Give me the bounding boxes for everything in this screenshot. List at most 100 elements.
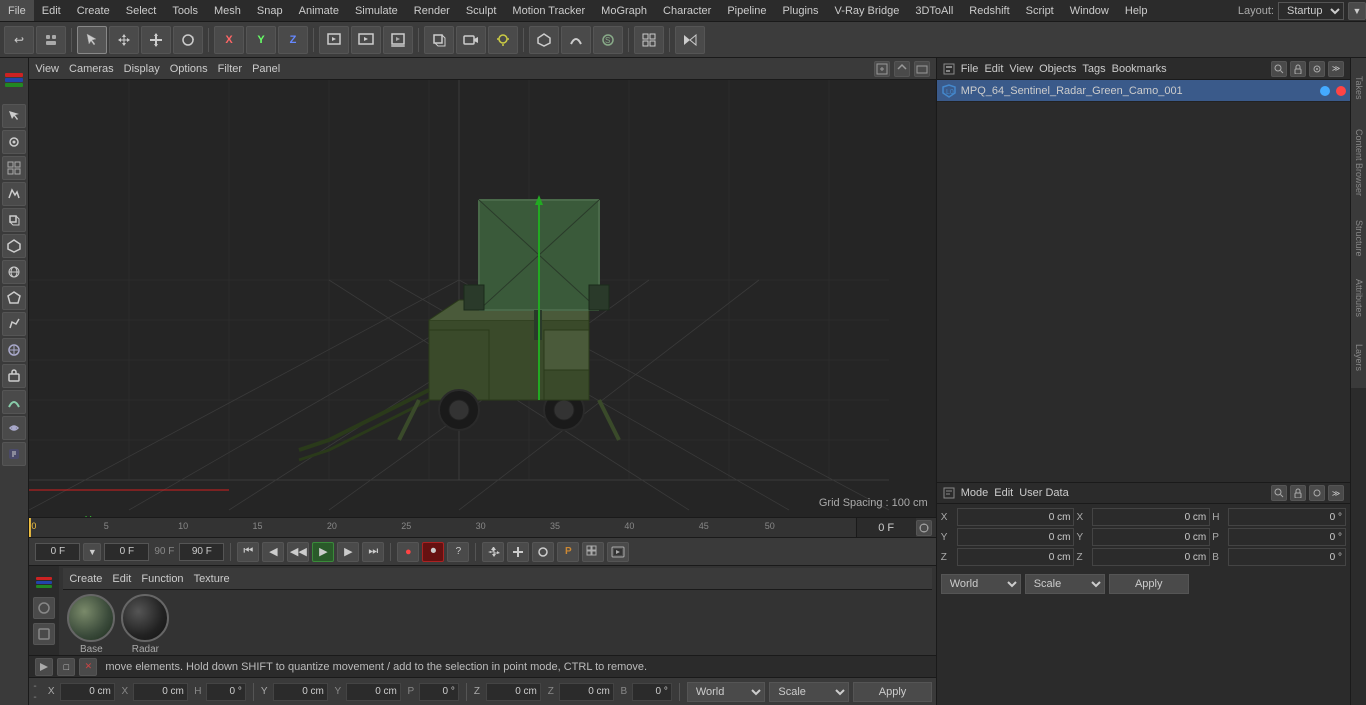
coord-h-input[interactable] — [206, 683, 246, 701]
tab-attributes[interactable]: Attributes — [1351, 268, 1366, 328]
attr-x-pos-input[interactable] — [957, 508, 1075, 526]
menu-tools[interactable]: Tools — [164, 0, 206, 21]
left-tool-2[interactable] — [2, 156, 26, 180]
material-radar[interactable]: Radar — [121, 594, 169, 655]
menu-sculpt[interactable]: Sculpt — [458, 0, 505, 21]
obj-objects-menu[interactable]: Objects — [1039, 63, 1076, 75]
viewport-icon-1[interactable] — [894, 61, 910, 77]
left-tool-6[interactable] — [2, 260, 26, 284]
attr-b-input[interactable] — [1228, 548, 1346, 566]
attr-world-select[interactable]: World Object — [941, 574, 1021, 594]
left-tool-3[interactable] — [2, 182, 26, 206]
attr-settings-btn[interactable] — [1309, 485, 1325, 501]
left-tool-10[interactable] — [2, 364, 26, 388]
z-axis-btn[interactable]: Z — [278, 26, 308, 54]
timeline-ruler[interactable]: 0 5 10 15 20 25 30 35 40 45 50 — [29, 518, 855, 537]
attr-userdata-menu[interactable]: User Data — [1019, 487, 1069, 499]
next-frame-btn[interactable]: ▶ — [337, 542, 359, 562]
left-tool-5[interactable] — [2, 234, 26, 258]
material-base[interactable]: Base — [67, 594, 115, 655]
play-btn[interactable]: ▶ — [312, 542, 334, 562]
obj-tags-menu[interactable]: Tags — [1082, 63, 1105, 75]
attr-edit-menu[interactable]: Edit — [994, 487, 1013, 499]
scale-tool-btn[interactable] — [141, 26, 171, 54]
mat-create-menu[interactable]: Create — [69, 573, 102, 585]
viewport-options-menu[interactable]: Options — [170, 63, 208, 75]
paint-btn[interactable]: S — [593, 26, 623, 54]
undo-btn[interactable]: ↩ — [4, 26, 34, 54]
rotate-tool-btn[interactable] — [173, 26, 203, 54]
param-mode-btn[interactable]: P — [557, 542, 579, 562]
world-select[interactable]: World Object Parent — [687, 682, 766, 702]
x-axis-btn[interactable]: X — [214, 26, 244, 54]
move-mode-btn[interactable] — [482, 542, 504, 562]
left-tool-4[interactable] — [2, 208, 26, 232]
attr-more-btn[interactable]: ≫ — [1328, 485, 1344, 501]
coord-x-input[interactable] — [60, 683, 115, 701]
status-icon-1[interactable]: □ — [57, 658, 75, 676]
viewport-cameras-menu[interactable]: Cameras — [69, 63, 114, 75]
frame-down-btn[interactable]: ▼ — [83, 543, 101, 561]
menu-mograph[interactable]: MoGraph — [593, 0, 655, 21]
menu-snap[interactable]: Snap — [249, 0, 291, 21]
mat-icon-1[interactable] — [33, 623, 55, 645]
menu-window[interactable]: Window — [1062, 0, 1117, 21]
menu-pipeline[interactable]: Pipeline — [719, 0, 774, 21]
menu-create[interactable]: Create — [69, 0, 118, 21]
coord-z-input[interactable] — [486, 683, 541, 701]
viewport-icon-0[interactable] — [874, 61, 890, 77]
object-row-0[interactable]: L0 MPQ_64_Sentinel_Radar_Green_Camo_001 — [937, 80, 1350, 102]
autokey-btn[interactable]: ⏺ — [422, 542, 444, 562]
menu-mesh[interactable]: Mesh — [206, 0, 249, 21]
render-settings-btn[interactable] — [383, 26, 413, 54]
attr-p-input[interactable] — [1228, 528, 1346, 546]
prev-frame-btn[interactable]: ◀ — [262, 542, 284, 562]
attr-lock-btn[interactable] — [1290, 485, 1306, 501]
coord-x2-input[interactable] — [133, 683, 188, 701]
rotate-mode-btn[interactable] — [532, 542, 554, 562]
left-tool-9[interactable] — [2, 338, 26, 362]
render-region-btn[interactable] — [319, 26, 349, 54]
tab-structure[interactable]: Structure — [1351, 208, 1366, 268]
viewport-view-menu[interactable]: View — [35, 63, 59, 75]
attr-y-rot-input[interactable] — [1092, 528, 1210, 546]
attr-z-rot-input[interactable] — [1092, 548, 1210, 566]
left-tool-13[interactable] — [2, 442, 26, 466]
menu-3dtoall[interactable]: 3DToAll — [907, 0, 961, 21]
last-frame-btn[interactable]: ⏭ — [362, 542, 384, 562]
menu-select[interactable]: Select — [118, 0, 165, 21]
record-btn[interactable]: ● — [397, 542, 419, 562]
frame-current-input[interactable] — [104, 543, 149, 561]
apply-button[interactable]: Apply — [853, 682, 931, 702]
attr-x-rot-input[interactable] — [1092, 508, 1210, 526]
viewport-display-menu[interactable]: Display — [124, 63, 160, 75]
menu-script[interactable]: Script — [1018, 0, 1062, 21]
obj-lock-btn[interactable] — [1290, 61, 1306, 77]
cursor-tool-btn[interactable] — [77, 26, 107, 54]
obj-bookmarks-menu[interactable]: Bookmarks — [1112, 63, 1167, 75]
scale-select[interactable]: Scale Uniform Scale — [769, 682, 849, 702]
help-btn[interactable]: ? — [447, 542, 469, 562]
mat-icon-0[interactable] — [33, 597, 55, 619]
first-frame-btn[interactable]: ⏮ — [237, 542, 259, 562]
attr-search-btn[interactable] — [1271, 485, 1287, 501]
tab-takes[interactable]: Takes — [1351, 58, 1366, 118]
menu-motion-tracker[interactable]: Motion Tracker — [504, 0, 593, 21]
mat-texture-menu[interactable]: Texture — [194, 573, 230, 585]
coord-z2-input[interactable] — [559, 683, 614, 701]
mat-function-menu[interactable]: Function — [141, 573, 183, 585]
attr-z-pos-input[interactable] — [957, 548, 1075, 566]
menu-vray[interactable]: V-Ray Bridge — [827, 0, 908, 21]
left-tool-11[interactable] — [2, 390, 26, 414]
menu-edit[interactable]: Edit — [34, 0, 69, 21]
menu-file[interactable]: File — [0, 0, 34, 21]
obj-file-menu[interactable]: File — [961, 63, 979, 75]
coord-y-input[interactable] — [273, 683, 328, 701]
attr-y-pos-input[interactable] — [957, 528, 1075, 546]
coord-p-input[interactable] — [419, 683, 459, 701]
mirror-btn[interactable] — [675, 26, 705, 54]
left-tool-0[interactable] — [2, 104, 26, 128]
mat-edit-menu[interactable]: Edit — [112, 573, 131, 585]
status-icon-2[interactable]: ✕ — [79, 658, 97, 676]
obj-settings-btn[interactable] — [1309, 61, 1325, 77]
